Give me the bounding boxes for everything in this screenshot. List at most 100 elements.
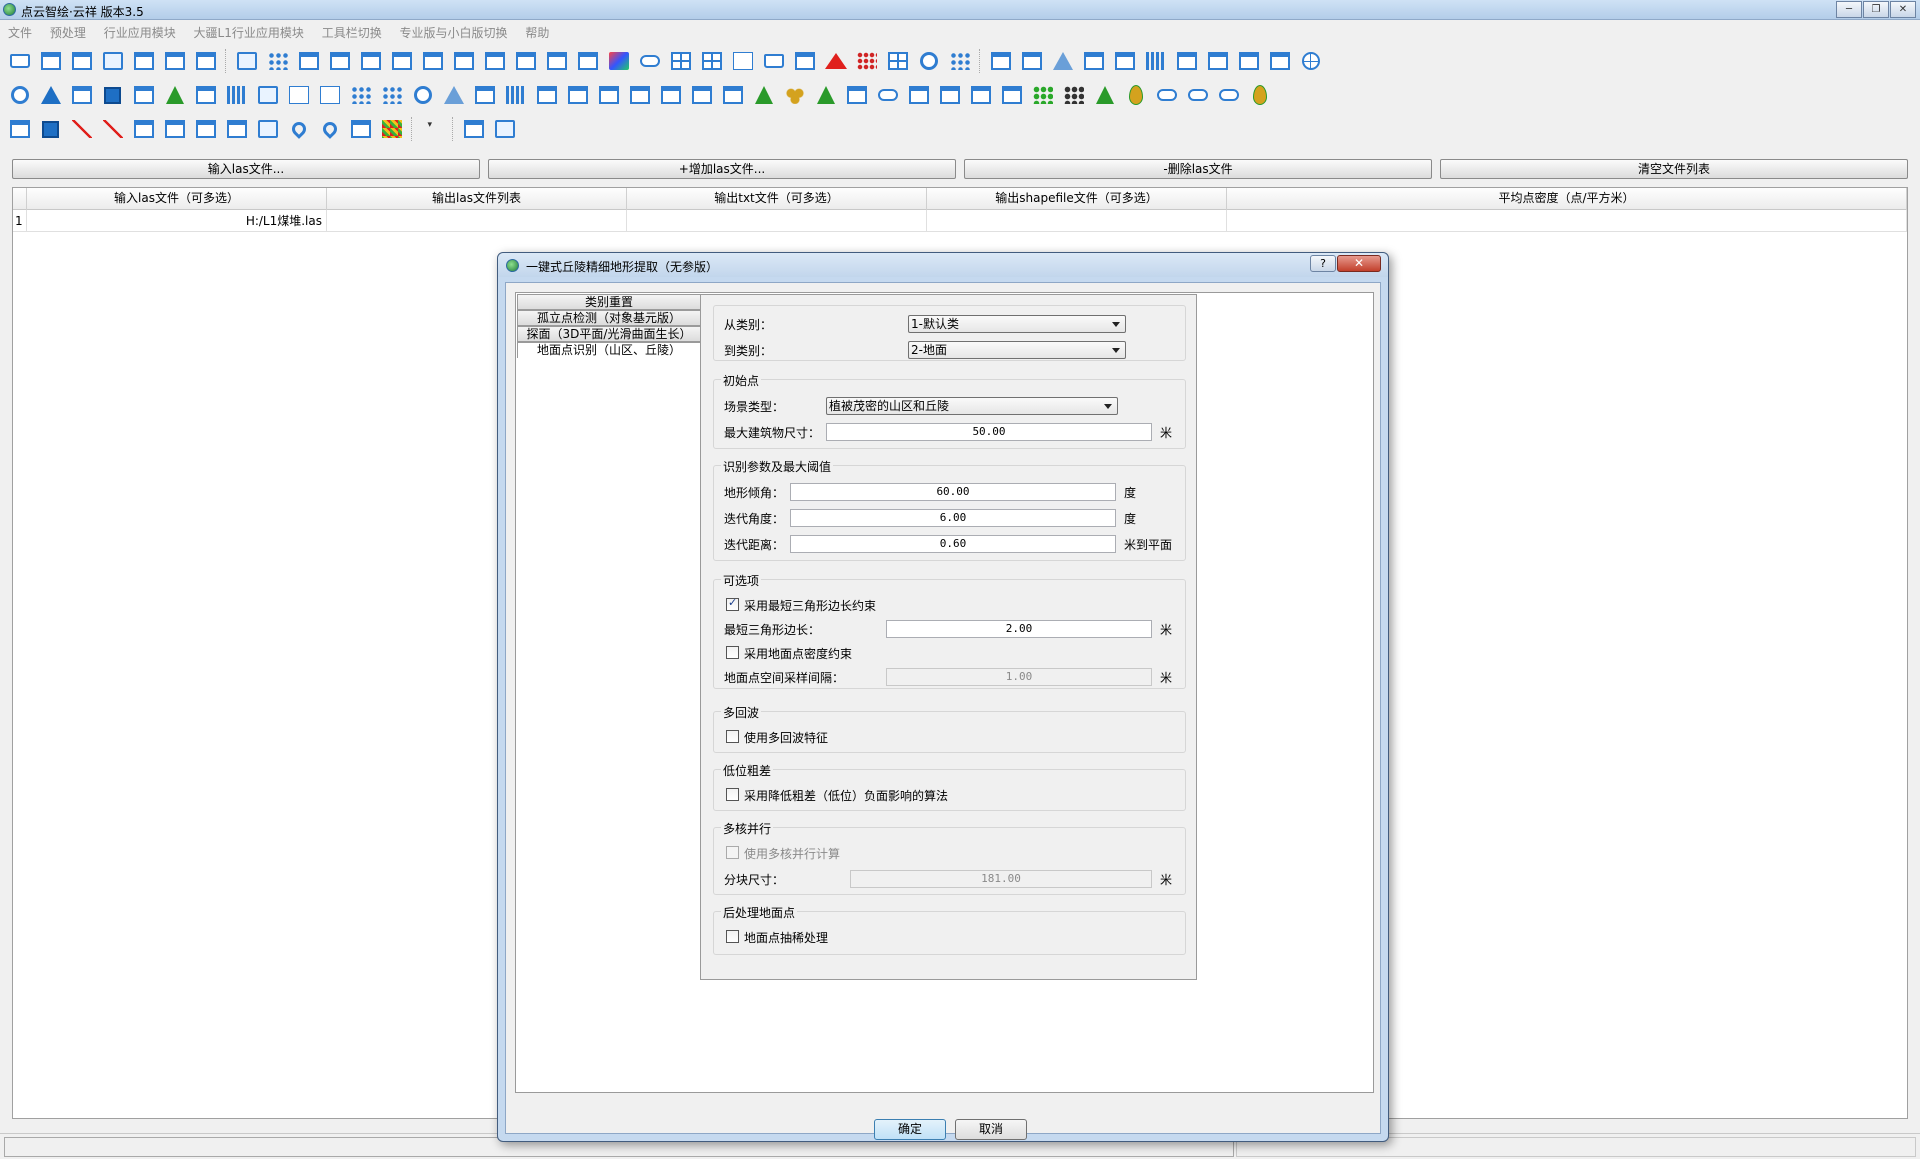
menu-dji-l1[interactable]: 大疆L1行业应用模块 [186,21,310,41]
toolbar-button-cancel-circle[interactable] [1233,47,1264,75]
toolbar-button-dsm[interactable] [727,47,758,75]
from-class-select[interactable]: 1-默认类 [908,315,1126,333]
toolbar-button-tree[interactable] [159,81,190,109]
toolbar-button-split[interactable] [324,47,355,75]
tab-surface-growth[interactable]: 探面（3D平面/光滑曲面生长） [517,326,701,342]
column-header-output-txt[interactable]: 输出txt文件（可多选） [627,188,927,210]
toolbar-button-folder[interactable] [758,47,789,75]
multi-return-checkbox-label[interactable]: 使用多回波特征 [744,729,828,746]
multi-return-checkbox[interactable] [726,730,739,743]
toolbar-button-edit[interactable] [128,47,159,75]
toolbar-button-knn[interactable] [314,81,345,109]
toolbar-button-shape[interactable] [159,115,190,143]
toolbar-button-cone[interactable] [35,81,66,109]
toolbar-button-layers[interactable] [345,115,376,143]
scene-type-select[interactable]: 植被茂密的山区和丘陵 [826,397,1118,415]
delete-las-button[interactable]: -删除las文件 [964,159,1432,179]
minimize-button[interactable]: ─ [1836,1,1862,18]
block-size-input[interactable]: 181.00 [850,870,1152,888]
toolbar-button-ring-2[interactable] [407,81,438,109]
toolbar-button-histogram[interactable] [1140,47,1171,75]
toolbar-button-chart[interactable] [1264,47,1295,75]
shortest-edge-checkbox-label[interactable]: 采用最短三角形边长约束 [744,597,876,614]
toolbar-button-document[interactable] [231,47,262,75]
iteration-angle-input[interactable]: 6.00 [790,509,1116,527]
toolbar-button-triangle-2[interactable] [438,81,469,109]
toolbar-button-copy-doc[interactable] [97,47,128,75]
toolbar-button-scatter-2[interactable] [944,47,975,75]
toolbar-button-hex-2[interactable] [996,81,1027,109]
table-row[interactable]: 1 H:/L1煤堆.las [13,210,1907,232]
toolbar-button-search-3[interactable] [4,115,35,143]
toolbar-button-zoom-2[interactable] [562,81,593,109]
low-outlier-checkbox-label[interactable]: 采用降低粗差（低位）负面影响的算法 [744,787,948,804]
toolbar-button-frame[interactable] [66,81,97,109]
column-header-output-shp[interactable]: 输出shapefile文件（可多选） [927,188,1227,210]
shortest-edge-input[interactable]: 2.00 [886,620,1152,638]
toolbar-button-cloud-3[interactable] [1151,81,1182,109]
toolbar-button-elevation[interactable] [820,47,851,75]
toolbar-button-leaf-2[interactable] [1244,81,1275,109]
toolbar-button-cloud[interactable] [634,47,665,75]
density-constraint-checkbox[interactable] [726,646,739,659]
cell-output-shp[interactable] [927,210,1227,232]
menu-preprocess[interactable]: 预处理 [42,21,92,41]
thinning-checkbox[interactable] [726,930,739,943]
toolbar-button-scatter-3[interactable] [376,81,407,109]
toolbar-button-export-2[interactable] [355,47,386,75]
toolbar-button-leaf[interactable] [1120,81,1151,109]
menu-help[interactable]: 帮助 [517,21,555,41]
toolbar-button-import[interactable] [35,47,66,75]
tab-isolated-point[interactable]: 孤立点检测（对象基元版） [517,310,701,326]
toolbar-button-segment[interactable] [190,81,221,109]
toolbar-button-dots[interactable] [345,81,376,109]
dialog-title-bar[interactable]: 一键式丘陵精细地形提取（无参版） ? ✕ [498,253,1388,277]
toolbar-button-column[interactable] [903,81,934,109]
toolbar-button-line-red[interactable] [66,115,97,143]
tab-class-reset[interactable]: 类别重置 [517,294,701,310]
menu-toolbar-switch[interactable]: 工具栏切换 [314,21,388,41]
toolbar-button-profile[interactable] [1171,47,1202,75]
toolbar-button-scatter[interactable] [262,47,293,75]
toolbar-button-arrow[interactable] [386,47,417,75]
toolbar-button-car[interactable] [686,81,717,109]
toolbar-button-swirl-2[interactable] [221,115,252,143]
toolbar-button-triangle[interactable] [1047,47,1078,75]
max-building-input[interactable]: 50.00 [826,423,1152,441]
toolbar-button-list-doc[interactable] [489,115,520,143]
column-header-input[interactable]: 输入las文件（可多选） [27,188,327,210]
menu-file[interactable]: 文件 [0,21,38,41]
toolbar-button-image[interactable] [128,81,159,109]
toolbar-button-green-tree[interactable] [1089,81,1120,109]
ok-button[interactable]: 确定 [874,1119,946,1140]
toolbar-button-zoom[interactable] [531,81,562,109]
tab-ground-point[interactable]: 地面点识别（山区、丘陵） [517,342,701,358]
toolbar-button-bar-chart[interactable] [500,81,531,109]
toolbar-button-open-folder[interactable] [4,47,35,75]
toolbar-button-search-2[interactable] [655,81,686,109]
toolbar-button-grid-2[interactable] [882,47,913,75]
sample-spacing-input[interactable]: 1.00 [886,668,1152,686]
toolbar-button-crop-2[interactable] [448,47,479,75]
toolbar-button-cloud-5[interactable] [1213,81,1244,109]
toolbar-button-waveform[interactable] [221,81,252,109]
toolbar-button-bush[interactable] [779,81,810,109]
toolbar-button-doc-zoom[interactable] [252,115,283,143]
maximize-button[interactable]: ❐ [1863,1,1889,18]
toolbar-button-trim[interactable] [479,47,510,75]
toolbar-button-forest[interactable] [810,81,841,109]
toolbar-button-search[interactable] [1078,47,1109,75]
toolbar-button-location[interactable] [314,115,345,143]
toolbar-button-upload[interactable] [841,81,872,109]
slope-input[interactable]: 60.00 [790,483,1116,501]
toolbar-button-export-3[interactable] [593,81,624,109]
toolbar-button-target[interactable] [913,47,944,75]
toolbar-button-grid[interactable] [665,47,696,75]
toolbar-button-tree-leaf[interactable] [748,81,779,109]
menu-edition-switch[interactable]: 专业版与小白版切换 [392,21,514,41]
parallel-checkbox[interactable] [726,846,739,859]
input-las-button[interactable]: 输入las文件... [12,159,480,179]
toolbar-button-globe[interactable] [1295,47,1326,75]
toolbar-button-column-2[interactable] [934,81,965,109]
toolbar-button-cube[interactable] [603,47,634,75]
